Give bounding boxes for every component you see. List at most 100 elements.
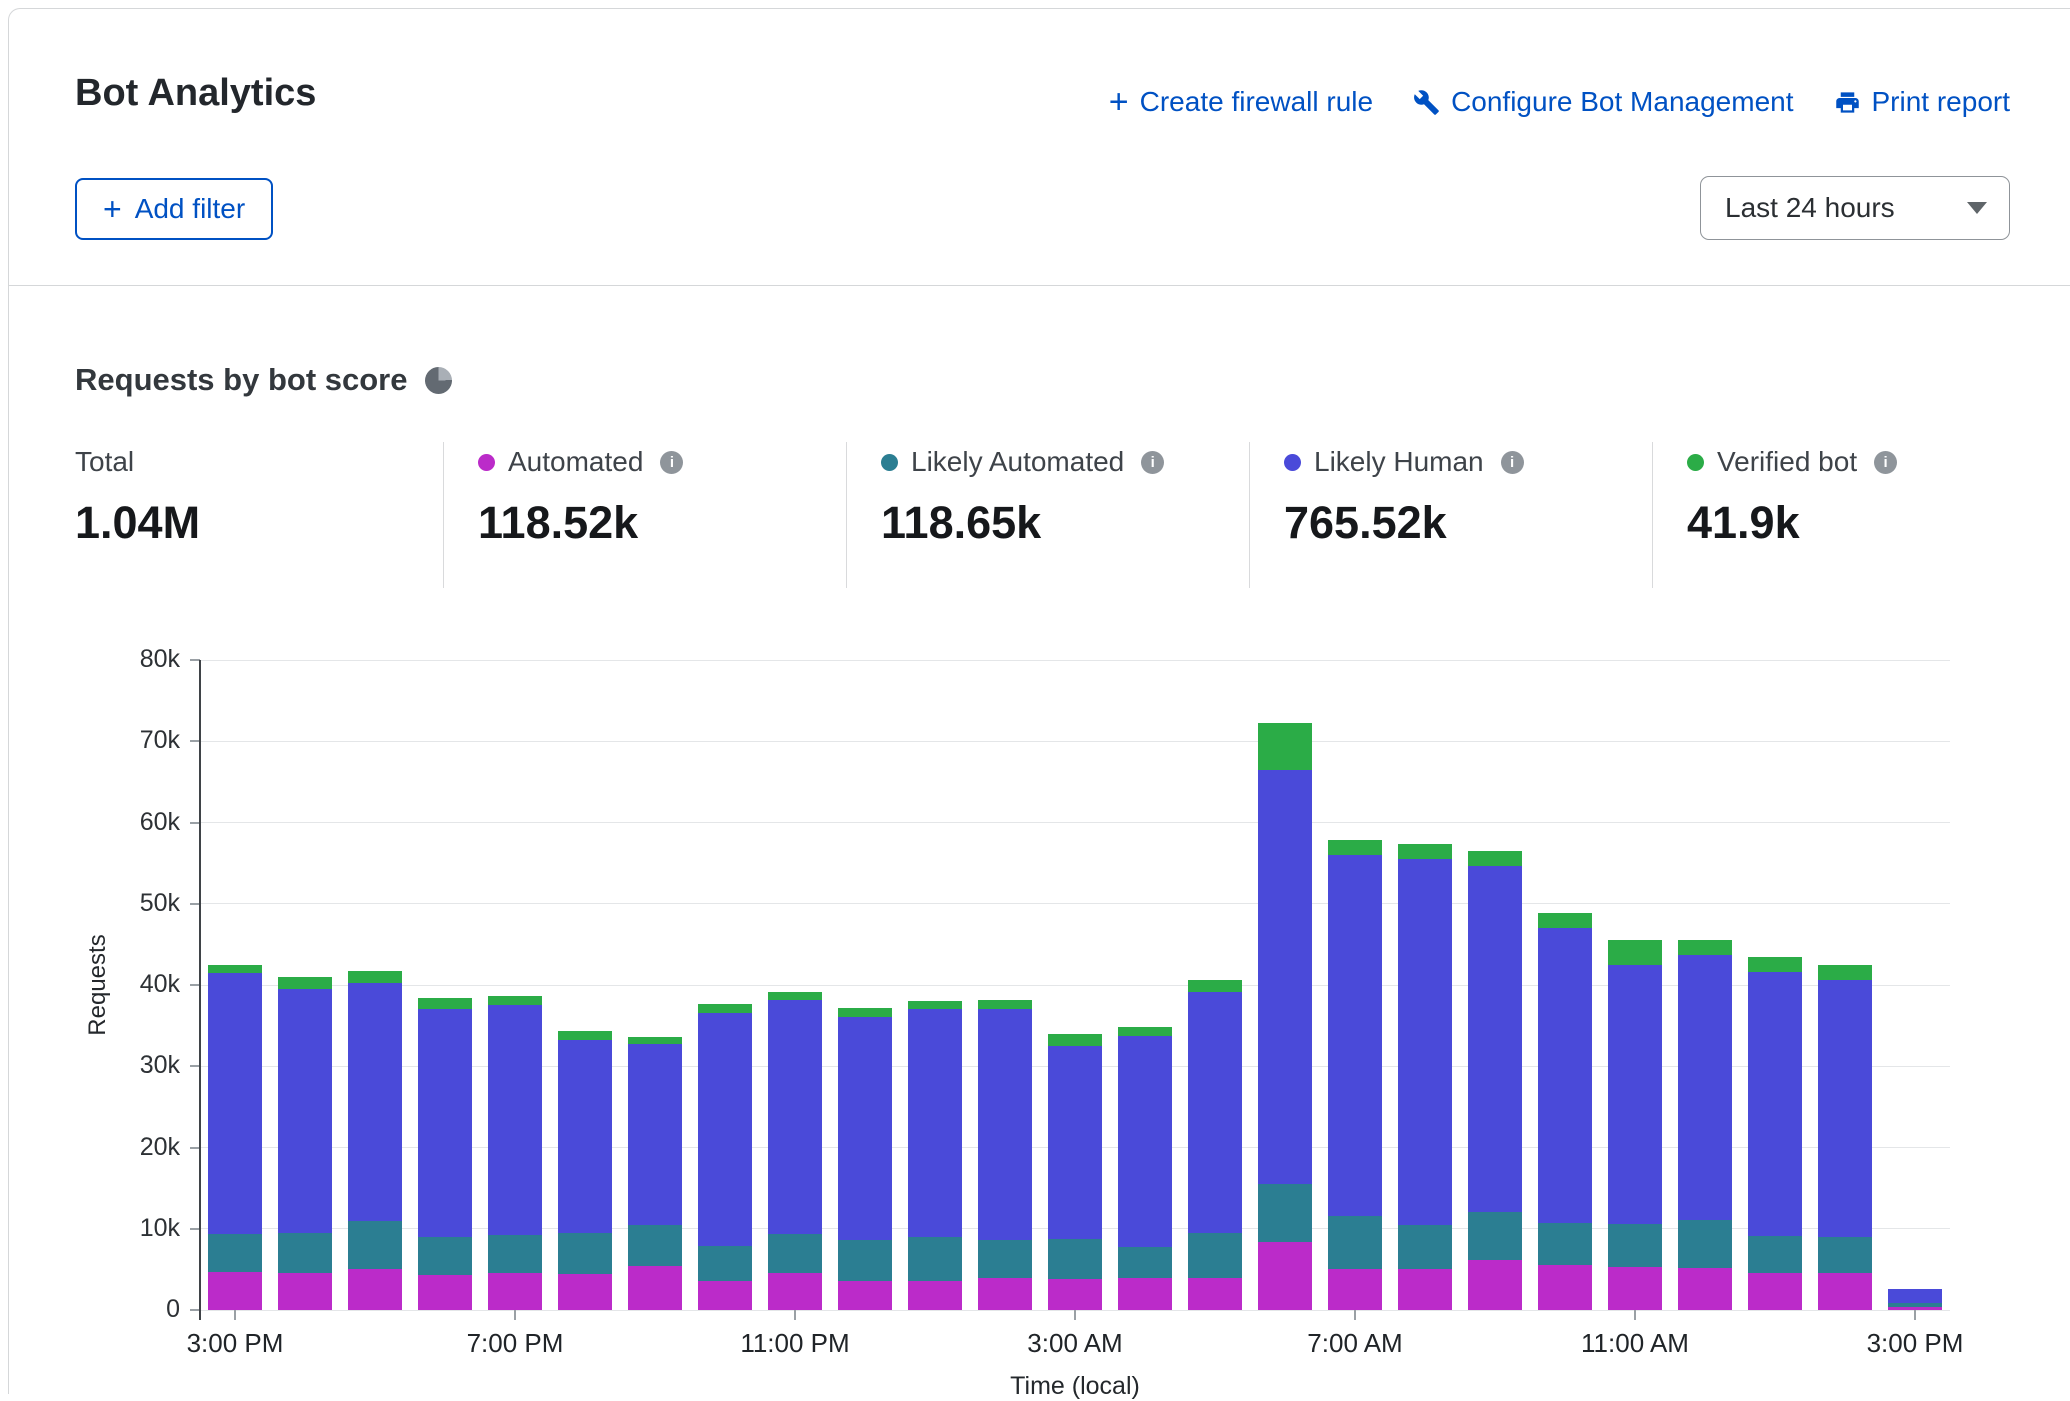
bar-automated[interactable] — [1608, 1267, 1663, 1310]
bar-likely-human[interactable] — [1538, 928, 1593, 1223]
bar-likely-automated[interactable] — [1608, 1224, 1663, 1267]
bar-likely-automated[interactable] — [628, 1225, 683, 1266]
bar-likely-automated[interactable] — [1328, 1216, 1383, 1269]
bar-verified-bot[interactable] — [418, 998, 473, 1009]
add-filter-button[interactable]: + Add filter — [75, 178, 273, 240]
bar-likely-human[interactable] — [838, 1017, 893, 1240]
bar-automated[interactable] — [838, 1281, 893, 1310]
bar-verified-bot[interactable] — [1118, 1027, 1173, 1036]
bar-likely-human[interactable] — [1258, 770, 1313, 1184]
bar-automated[interactable] — [1258, 1242, 1313, 1310]
bar-likely-human[interactable] — [978, 1009, 1033, 1241]
bar-automated[interactable] — [1818, 1273, 1873, 1310]
bar-automated[interactable] — [628, 1266, 683, 1310]
bar-likely-automated[interactable] — [488, 1235, 543, 1273]
bar-likely-human[interactable] — [1678, 955, 1733, 1220]
bar-likely-human[interactable] — [1818, 980, 1873, 1237]
bar-verified-bot[interactable] — [278, 977, 333, 989]
bar-likely-automated[interactable] — [208, 1234, 263, 1271]
bar-likely-human[interactable] — [1888, 1289, 1943, 1303]
bar-verified-bot[interactable] — [488, 996, 543, 1006]
bar-likely-automated[interactable] — [558, 1233, 613, 1274]
bar-likely-automated[interactable] — [1258, 1184, 1313, 1242]
bar-automated[interactable] — [1398, 1269, 1453, 1310]
bar-automated[interactable] — [1538, 1265, 1593, 1311]
bar-verified-bot[interactable] — [1818, 965, 1873, 980]
bar-verified-bot[interactable] — [1608, 940, 1663, 964]
bar-likely-automated[interactable] — [1188, 1233, 1243, 1279]
bar-automated[interactable] — [698, 1281, 753, 1310]
bar-automated[interactable] — [558, 1274, 613, 1310]
bar-likely-human[interactable] — [628, 1044, 683, 1224]
bar-verified-bot[interactable] — [1678, 940, 1733, 955]
bar-likely-human[interactable] — [1328, 855, 1383, 1216]
bar-verified-bot[interactable] — [1398, 844, 1453, 859]
bar-likely-human[interactable] — [768, 1000, 823, 1233]
bar-likely-automated[interactable] — [278, 1233, 333, 1274]
bar-likely-human[interactable] — [1118, 1036, 1173, 1247]
bar-verified-bot[interactable] — [698, 1004, 753, 1013]
bar-automated[interactable] — [418, 1275, 473, 1310]
bar-likely-automated[interactable] — [1748, 1236, 1803, 1273]
bar-likely-human[interactable] — [278, 989, 333, 1233]
bar-likely-human[interactable] — [418, 1009, 473, 1237]
bar-automated[interactable] — [1048, 1279, 1103, 1310]
bar-automated[interactable] — [978, 1278, 1033, 1310]
bar-likely-automated[interactable] — [838, 1240, 893, 1281]
print-report-link[interactable]: Print report — [1834, 86, 2011, 118]
bar-verified-bot[interactable] — [1328, 840, 1383, 855]
bar-automated[interactable] — [348, 1269, 403, 1310]
bar-verified-bot[interactable] — [838, 1008, 893, 1017]
bar-verified-bot[interactable] — [978, 1000, 1033, 1008]
bar-likely-human[interactable] — [1398, 859, 1453, 1225]
bar-verified-bot[interactable] — [908, 1001, 963, 1009]
bar-verified-bot[interactable] — [628, 1037, 683, 1044]
bar-automated[interactable] — [1188, 1278, 1243, 1310]
bar-automated[interactable] — [1118, 1278, 1173, 1311]
bar-likely-automated[interactable] — [1398, 1225, 1453, 1270]
bar-likely-human[interactable] — [1748, 972, 1803, 1236]
bar-likely-human[interactable] — [488, 1005, 543, 1235]
bar-automated[interactable] — [208, 1272, 263, 1310]
bar-verified-bot[interactable] — [348, 971, 403, 983]
time-range-select[interactable]: Last 24 hours — [1700, 176, 2010, 240]
info-icon[interactable]: i — [660, 451, 683, 474]
bar-likely-automated[interactable] — [1538, 1223, 1593, 1264]
bar-verified-bot[interactable] — [1748, 957, 1803, 972]
bar-likely-human[interactable] — [208, 973, 263, 1235]
bar-likely-human[interactable] — [1608, 965, 1663, 1224]
bar-likely-automated[interactable] — [1678, 1220, 1733, 1268]
bar-likely-automated[interactable] — [698, 1246, 753, 1281]
bar-likely-automated[interactable] — [1468, 1212, 1523, 1260]
bar-automated[interactable] — [278, 1273, 333, 1310]
bar-likely-automated[interactable] — [418, 1237, 473, 1275]
bar-automated[interactable] — [488, 1273, 543, 1310]
bar-verified-bot[interactable] — [1188, 980, 1243, 991]
bar-automated[interactable] — [1678, 1268, 1733, 1310]
bar-automated[interactable] — [908, 1281, 963, 1310]
info-icon[interactable]: i — [1501, 451, 1524, 474]
bar-verified-bot[interactable] — [208, 965, 263, 973]
bar-likely-human[interactable] — [558, 1040, 613, 1233]
bar-likely-automated[interactable] — [1118, 1247, 1173, 1277]
bar-likely-automated[interactable] — [348, 1221, 403, 1270]
bar-likely-human[interactable] — [348, 983, 403, 1220]
bar-automated[interactable] — [1328, 1269, 1383, 1310]
bar-verified-bot[interactable] — [558, 1031, 613, 1040]
bar-likely-automated[interactable] — [1818, 1237, 1873, 1274]
bar-likely-automated[interactable] — [1048, 1239, 1103, 1279]
bar-verified-bot[interactable] — [1538, 913, 1593, 928]
bar-automated[interactable] — [1468, 1260, 1523, 1310]
bar-automated[interactable] — [1748, 1273, 1803, 1310]
bar-likely-automated[interactable] — [978, 1240, 1033, 1278]
create-firewall-rule-link[interactable]: + Create firewall rule — [1109, 86, 1373, 118]
bar-verified-bot[interactable] — [1048, 1034, 1103, 1046]
bar-likely-human[interactable] — [908, 1009, 963, 1237]
bar-likely-human[interactable] — [1468, 866, 1523, 1211]
bar-verified-bot[interactable] — [1258, 723, 1313, 769]
bar-likely-automated[interactable] — [768, 1234, 823, 1273]
info-icon[interactable]: i — [1874, 451, 1897, 474]
bar-verified-bot[interactable] — [1468, 851, 1523, 866]
bar-likely-automated[interactable] — [1888, 1303, 1943, 1307]
bar-likely-human[interactable] — [698, 1013, 753, 1246]
